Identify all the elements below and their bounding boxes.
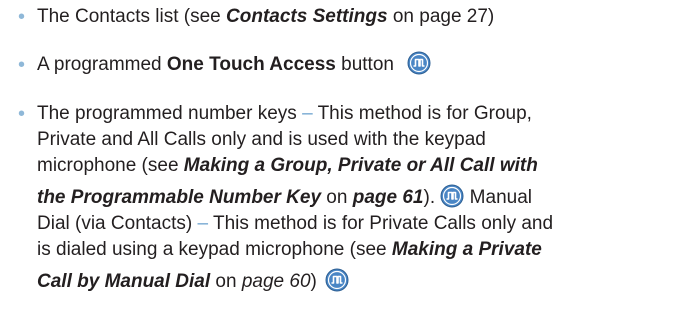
cross-reference-link[interactable]: Call by Manual Dial: [37, 271, 210, 292]
text-line: Dial (via Contacts) – This method is for…: [37, 211, 677, 237]
bullet-icon: •: [18, 54, 26, 76]
one-touch-access-button-icon: [325, 268, 349, 292]
text-line: microphone (see Making a Group, Private …: [37, 153, 677, 179]
list-item-text: A programmed One Touch Access button: [37, 51, 677, 78]
cross-reference-link[interactable]: Making a Private: [392, 239, 542, 260]
cross-reference-link[interactable]: Contacts Settings: [226, 6, 388, 27]
text-run: on page 27): [387, 6, 495, 27]
text-run: The programmed number keys: [37, 103, 303, 124]
text-run: ): [310, 271, 317, 292]
bullet-icon: •: [18, 103, 26, 125]
bullet-icon: •: [18, 6, 26, 28]
text-run: microphone (see: [37, 155, 184, 176]
text-line: The programmed number keys – This method…: [37, 101, 677, 127]
page-reference-link[interactable]: page 60: [242, 271, 311, 292]
text-run: This method is for Private Calls only an…: [208, 213, 554, 234]
text-run: Manual: [464, 187, 532, 208]
text-run: The Contacts list (see: [37, 6, 227, 27]
text-line: the Programmable Number Key on page 61).…: [37, 184, 677, 211]
text-run: A programmed: [37, 54, 167, 75]
emphasis-text: One Touch Access: [166, 54, 336, 75]
text-line: is dialed using a keypad microphone (see…: [37, 237, 677, 263]
list-item-text: The programmed number keys – This method…: [37, 101, 677, 295]
text-run: Dial (via Contacts): [37, 213, 198, 234]
list-item-text: The Contacts list (see Contacts Settings…: [37, 4, 677, 30]
text-run: Private and All Calls only and is used w…: [37, 129, 486, 150]
text-run: ).: [423, 187, 441, 208]
dash-separator: –: [302, 103, 313, 124]
text-line: A programmed One Touch Access button: [37, 51, 677, 78]
text-run: on: [210, 271, 242, 292]
text-line: The Contacts list (see Contacts Settings…: [37, 4, 677, 30]
dash-separator: –: [197, 213, 209, 234]
text-line: Call by Manual Dial on page 60): [37, 268, 677, 295]
text-run: This method is for Group,: [312, 103, 532, 124]
text-run: button: [335, 54, 394, 75]
text-run: is dialed using a keypad microphone (see: [37, 239, 392, 260]
cross-reference-link[interactable]: Making a Group, Private or All Call with: [184, 155, 538, 176]
page-reference-link[interactable]: page 61: [353, 187, 424, 208]
document-page: • The Contacts list (see Contacts Settin…: [0, 0, 691, 331]
text-run: on: [321, 187, 353, 208]
cross-reference-link[interactable]: the Programmable Number Key: [37, 187, 321, 208]
one-touch-access-button-icon: [440, 184, 464, 208]
text-line: Private and All Calls only and is used w…: [37, 127, 677, 153]
one-touch-access-button-icon: [407, 51, 431, 75]
